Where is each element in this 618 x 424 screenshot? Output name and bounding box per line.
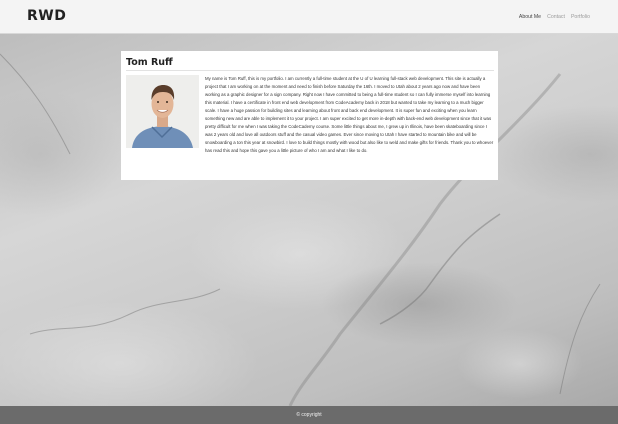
site-logo[interactable]: RWD xyxy=(27,8,66,24)
portrait-illustration xyxy=(126,75,199,148)
main-nav: About Me Contact Portfolio xyxy=(519,14,590,20)
nav-link-portfolio[interactable]: Portfolio xyxy=(571,14,590,20)
about-card: Tom Ruff My name is Tom Ruff, this is my… xyxy=(121,51,498,180)
site-header: RWD About Me Contact Portfolio xyxy=(0,0,618,34)
nav-link-contact[interactable]: Contact xyxy=(547,14,565,20)
profile-name: Tom Ruff xyxy=(126,57,494,71)
about-content: My name is Tom Ruff, this is my portfoli… xyxy=(126,75,494,155)
portrait-photo xyxy=(126,75,199,148)
nav-link-about-me[interactable]: About Me xyxy=(519,14,541,20)
site-footer: © copyright xyxy=(0,406,618,424)
copyright-text: © copyright xyxy=(296,412,322,418)
